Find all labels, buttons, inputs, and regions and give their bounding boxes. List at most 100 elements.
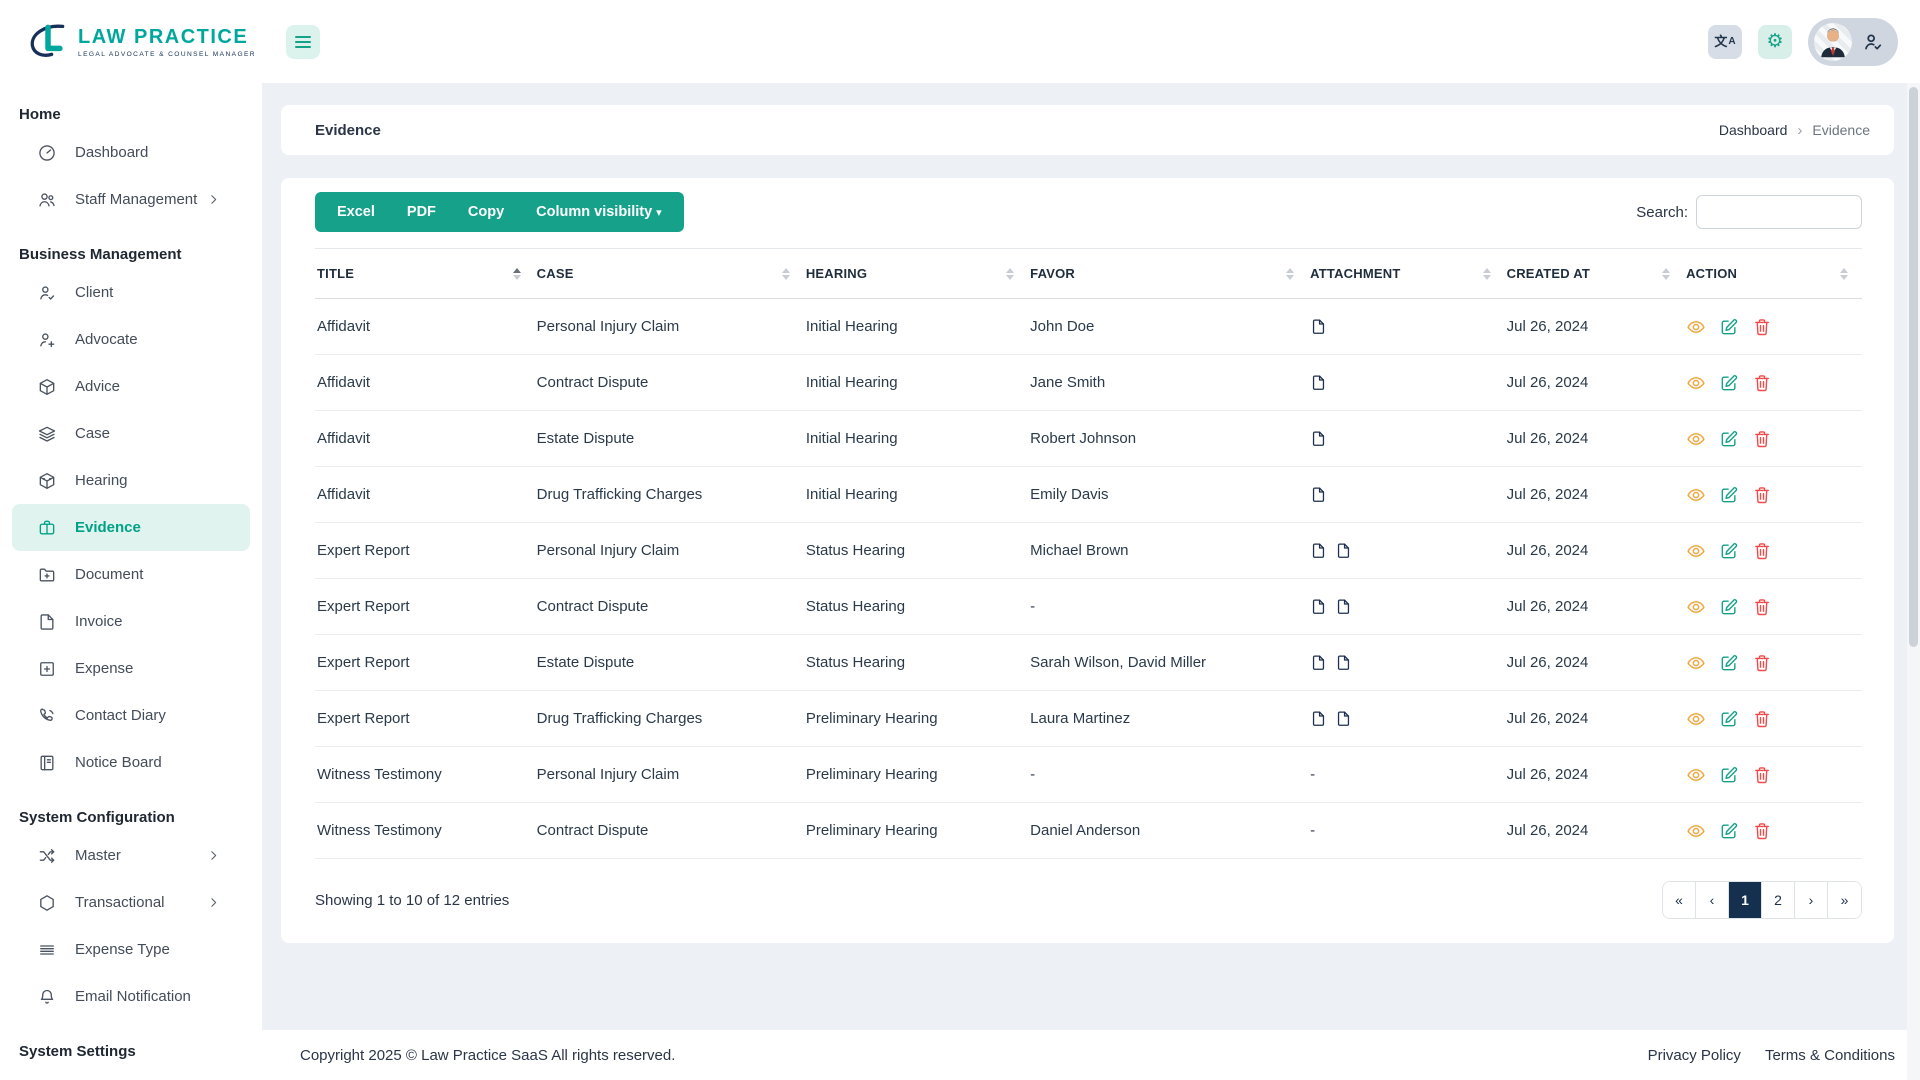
delete-button[interactable] bbox=[1752, 317, 1772, 337]
cell-hearing: Status Hearing bbox=[804, 523, 1028, 579]
attachment-file-icon[interactable] bbox=[1335, 540, 1352, 561]
sidebar: LAW PRACTICE LEGAL ADVOCATE & COUNSEL MA… bbox=[0, 0, 262, 1080]
delete-button[interactable] bbox=[1752, 541, 1772, 561]
privacy-policy-link[interactable]: Privacy Policy bbox=[1648, 1047, 1741, 1064]
menu-toggle-button[interactable] bbox=[286, 25, 320, 59]
cell-hearing: Initial Hearing bbox=[804, 411, 1028, 467]
copy-button[interactable]: Copy bbox=[452, 192, 520, 232]
page-first-button[interactable]: « bbox=[1663, 882, 1696, 918]
page-1-button[interactable]: 1 bbox=[1729, 882, 1762, 918]
sidebar-item-transactional[interactable]: Transactional bbox=[0, 879, 262, 926]
column-header-favor[interactable]: FAVOR bbox=[1028, 249, 1308, 299]
column-visibility-button[interactable]: Column visibility▾ bbox=[520, 192, 678, 232]
sidebar-item-hearing[interactable]: Hearing bbox=[0, 457, 262, 504]
sidebar-item-notice-board[interactable]: Notice Board bbox=[0, 739, 262, 786]
brand-logo[interactable]: LAW PRACTICE LEGAL ADVOCATE & COUNSEL MA… bbox=[0, 0, 262, 83]
translate-button[interactable]: 文A bbox=[1708, 25, 1742, 59]
search-input[interactable] bbox=[1696, 195, 1862, 229]
attachment-file-icon[interactable] bbox=[1310, 428, 1327, 449]
attachment-file-icon[interactable] bbox=[1310, 596, 1327, 617]
column-header-created-at[interactable]: CREATED AT bbox=[1505, 249, 1684, 299]
sidebar-item-case[interactable]: Case bbox=[0, 410, 262, 457]
attachment-file-icon[interactable] bbox=[1310, 652, 1327, 673]
scrollbar[interactable] bbox=[1907, 83, 1920, 1080]
trash-icon bbox=[1752, 765, 1772, 785]
delete-button[interactable] bbox=[1752, 821, 1772, 841]
attachment-file-icon[interactable] bbox=[1310, 708, 1327, 729]
edit-button[interactable] bbox=[1719, 653, 1739, 673]
sidebar-item-evidence[interactable]: Evidence bbox=[12, 504, 250, 551]
view-button[interactable] bbox=[1686, 429, 1706, 449]
view-button[interactable] bbox=[1686, 821, 1706, 841]
attachment-file-icon[interactable] bbox=[1310, 484, 1327, 505]
sidebar-item-expense[interactable]: Expense bbox=[0, 645, 262, 692]
sidebar-item-advocate[interactable]: Advocate bbox=[0, 316, 262, 363]
view-button[interactable] bbox=[1686, 653, 1706, 673]
cell-created-at: Jul 26, 2024 bbox=[1505, 467, 1684, 523]
view-button[interactable] bbox=[1686, 765, 1706, 785]
edit-button[interactable] bbox=[1719, 429, 1739, 449]
sidebar-item-contact-diary[interactable]: Contact Diary bbox=[0, 692, 262, 739]
person-plus-icon bbox=[37, 330, 57, 350]
edit-button[interactable] bbox=[1719, 541, 1739, 561]
column-header-title[interactable]: TITLE bbox=[315, 249, 535, 299]
view-button[interactable] bbox=[1686, 541, 1706, 561]
person-check-icon bbox=[1862, 31, 1884, 53]
edit-button[interactable] bbox=[1719, 317, 1739, 337]
breadcrumb-dashboard[interactable]: Dashboard bbox=[1719, 122, 1788, 138]
sidebar-item-invoice[interactable]: Invoice bbox=[0, 598, 262, 645]
sidebar-item-email-notification[interactable]: Email Notification bbox=[0, 973, 262, 1020]
edit-button[interactable] bbox=[1719, 373, 1739, 393]
page-prev-button[interactable]: ‹ bbox=[1696, 882, 1729, 918]
column-header-case[interactable]: CASE bbox=[535, 249, 804, 299]
view-button[interactable] bbox=[1686, 485, 1706, 505]
cell-actions bbox=[1686, 709, 1852, 729]
delete-button[interactable] bbox=[1752, 765, 1772, 785]
sidebar-item-expense-type[interactable]: Expense Type bbox=[0, 926, 262, 973]
sidebar-item-advice[interactable]: Advice bbox=[0, 363, 262, 410]
sidebar-item-client[interactable]: Client bbox=[0, 269, 262, 316]
edit-button[interactable] bbox=[1719, 485, 1739, 505]
attachment-file-icon[interactable] bbox=[1310, 372, 1327, 393]
attachment-file-icon[interactable] bbox=[1310, 316, 1327, 337]
view-button[interactable] bbox=[1686, 317, 1706, 337]
delete-button[interactable] bbox=[1752, 597, 1772, 617]
edit-button[interactable] bbox=[1719, 821, 1739, 841]
page-last-button[interactable]: » bbox=[1828, 882, 1861, 918]
column-header-action[interactable]: ACTION bbox=[1684, 249, 1862, 299]
sidebar-item-document[interactable]: Document bbox=[0, 551, 262, 598]
edit-button[interactable] bbox=[1719, 709, 1739, 729]
cell-hearing: Preliminary Hearing bbox=[804, 747, 1028, 803]
page-next-button[interactable]: › bbox=[1795, 882, 1828, 918]
terms-link[interactable]: Terms & Conditions bbox=[1765, 1047, 1895, 1064]
eye-icon bbox=[1686, 541, 1706, 561]
attachment-file-icon[interactable] bbox=[1335, 652, 1352, 673]
attachment-file-icon[interactable] bbox=[1310, 540, 1327, 561]
pdf-button[interactable]: PDF bbox=[391, 192, 452, 232]
delete-button[interactable] bbox=[1752, 373, 1772, 393]
delete-button[interactable] bbox=[1752, 485, 1772, 505]
scrollbar-thumb[interactable] bbox=[1909, 87, 1918, 647]
page-2-button[interactable]: 2 bbox=[1762, 882, 1795, 918]
profile-menu[interactable] bbox=[1808, 18, 1898, 66]
view-button[interactable] bbox=[1686, 597, 1706, 617]
view-button[interactable] bbox=[1686, 709, 1706, 729]
edit-button[interactable] bbox=[1719, 765, 1739, 785]
view-button[interactable] bbox=[1686, 373, 1706, 393]
delete-button[interactable] bbox=[1752, 653, 1772, 673]
cell-hearing: Status Hearing bbox=[804, 635, 1028, 691]
edit-button[interactable] bbox=[1719, 597, 1739, 617]
sidebar-item-dashboard[interactable]: Dashboard bbox=[0, 129, 262, 176]
sidebar-item-staff-management[interactable]: Staff Management bbox=[0, 176, 262, 223]
column-header-attachment[interactable]: ATTACHMENT bbox=[1308, 249, 1504, 299]
delete-button[interactable] bbox=[1752, 429, 1772, 449]
column-header-hearing[interactable]: HEARING bbox=[804, 249, 1028, 299]
attachment-file-icon[interactable] bbox=[1335, 596, 1352, 617]
attachment-file-icon[interactable] bbox=[1335, 708, 1352, 729]
evidence-table-card: Excel PDF Copy Column visibility▾ Search… bbox=[281, 178, 1894, 943]
cell-case: Contract Dispute bbox=[535, 579, 804, 635]
sidebar-item-master[interactable]: Master bbox=[0, 832, 262, 879]
settings-button[interactable]: ⚙ bbox=[1758, 25, 1792, 59]
delete-button[interactable] bbox=[1752, 709, 1772, 729]
excel-button[interactable]: Excel bbox=[321, 192, 391, 232]
